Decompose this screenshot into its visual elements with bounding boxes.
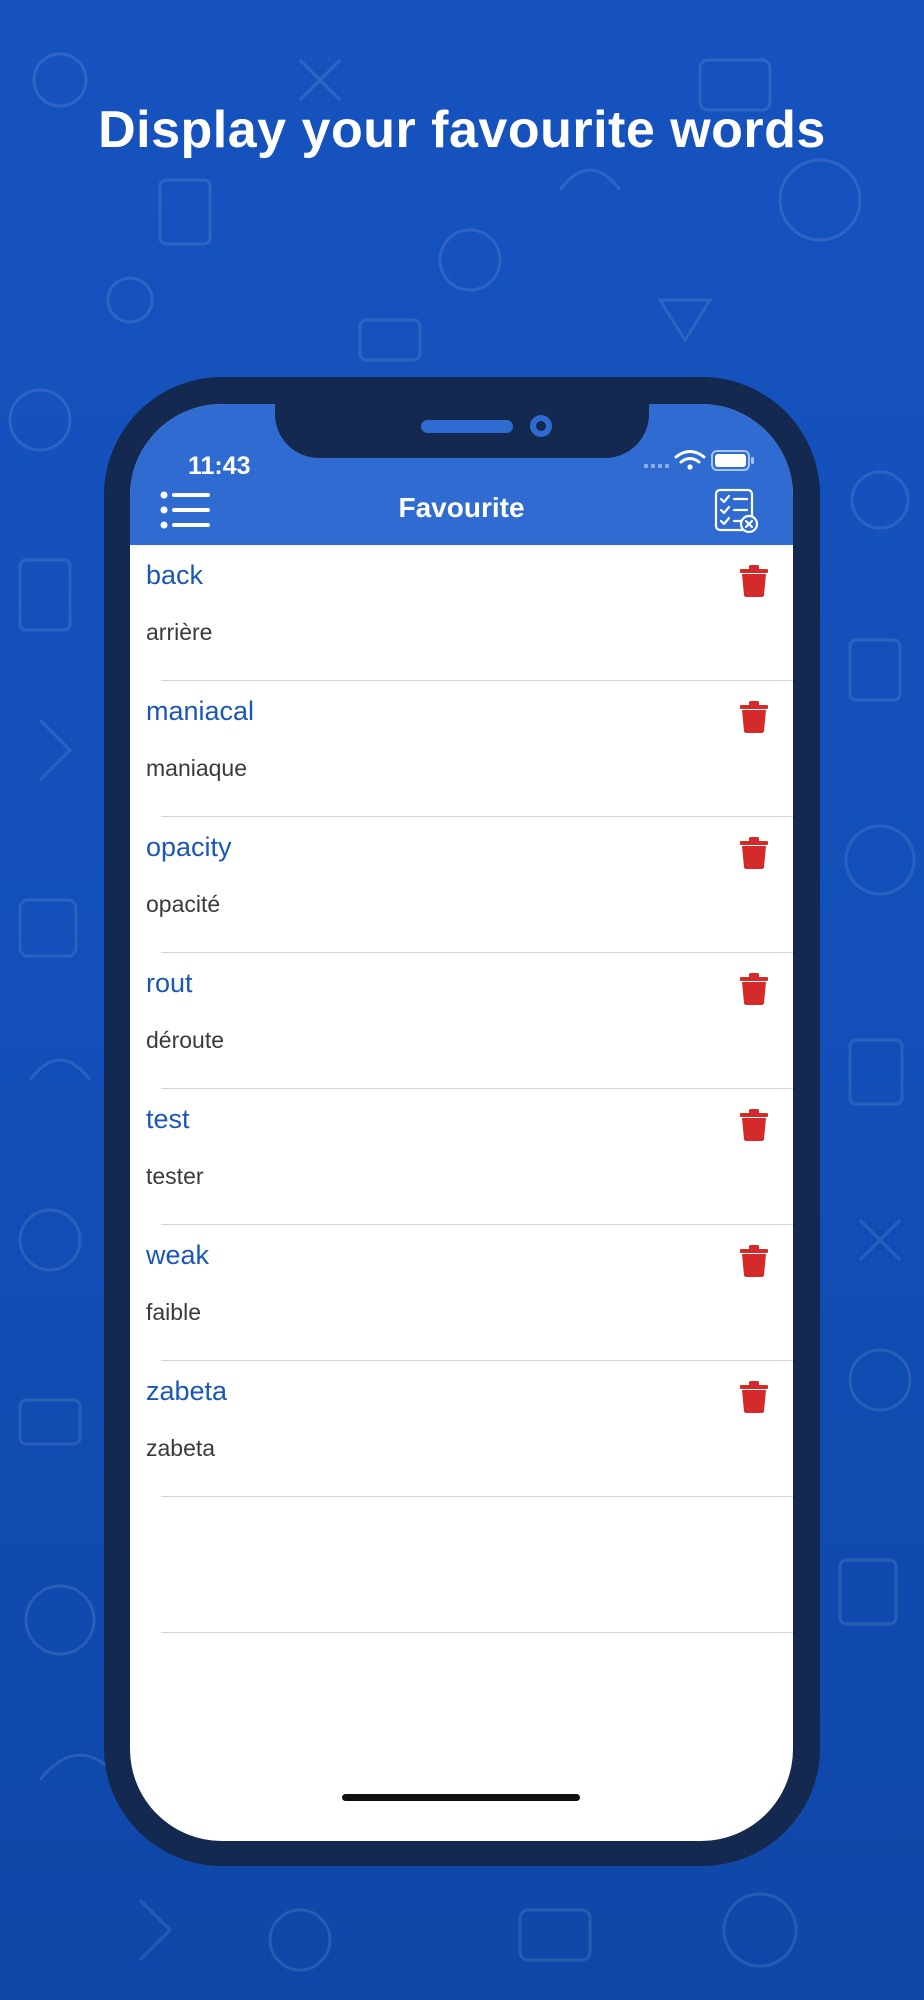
list-item[interactable]: weak faible — [130, 1225, 793, 1361]
signal-icon — [644, 464, 669, 468]
word-label: opacity — [146, 832, 232, 862]
word-label: weak — [146, 1240, 210, 1270]
speaker-grille — [421, 420, 513, 433]
device-notch — [275, 404, 649, 458]
front-camera — [530, 415, 552, 437]
translation-label: faible — [146, 1299, 201, 1325]
app-screen: 11:43 Favourite back arrière maniacal ma… — [130, 404, 793, 1841]
list-item[interactable]: opacity opacité — [130, 817, 793, 953]
word-label: test — [146, 1104, 190, 1134]
status-icons — [644, 450, 754, 471]
list-item[interactable]: rout déroute — [130, 953, 793, 1089]
favourites-list: back arrière maniacal maniaque opacity o… — [130, 545, 793, 1633]
translation-label: maniaque — [146, 755, 248, 781]
delete-icon[interactable] — [740, 973, 768, 1005]
list-item[interactable]: test tester — [130, 1089, 793, 1225]
translation-label: déroute — [146, 1027, 225, 1053]
delete-icon[interactable] — [740, 565, 768, 597]
word-label: back — [146, 560, 204, 590]
translation-label: zabeta — [146, 1435, 216, 1461]
delete-icon[interactable] — [740, 1109, 768, 1141]
translation-label: tester — [146, 1163, 204, 1189]
checklist-clear-icon[interactable] — [714, 488, 760, 534]
empty-row — [130, 1497, 793, 1633]
page-headline: Display your favourite words — [98, 101, 826, 159]
status-time: 11:43 — [188, 452, 251, 480]
list-item[interactable]: back arrière — [130, 545, 793, 681]
battery-icon — [711, 450, 754, 471]
list-item[interactable]: maniacal maniaque — [130, 681, 793, 817]
delete-icon[interactable] — [740, 701, 768, 733]
translation-label: arrière — [146, 619, 213, 645]
word-label: rout — [146, 968, 193, 998]
word-label: zabeta — [146, 1376, 228, 1406]
delete-icon[interactable] — [740, 837, 768, 869]
word-label: maniacal — [146, 696, 255, 726]
navigation-bar: 11:43 Favourite — [130, 404, 793, 545]
list-item[interactable]: zabeta zabeta — [130, 1361, 793, 1497]
delete-icon[interactable] — [740, 1381, 768, 1413]
wifi-icon — [674, 450, 706, 464]
translation-label: opacité — [146, 891, 221, 917]
nav-title: Favourite — [398, 492, 525, 523]
phone-frame: 11:43 Favourite back arrière maniacal ma… — [104, 377, 820, 1866]
delete-icon[interactable] — [740, 1245, 768, 1277]
home-indicator — [342, 1794, 580, 1801]
